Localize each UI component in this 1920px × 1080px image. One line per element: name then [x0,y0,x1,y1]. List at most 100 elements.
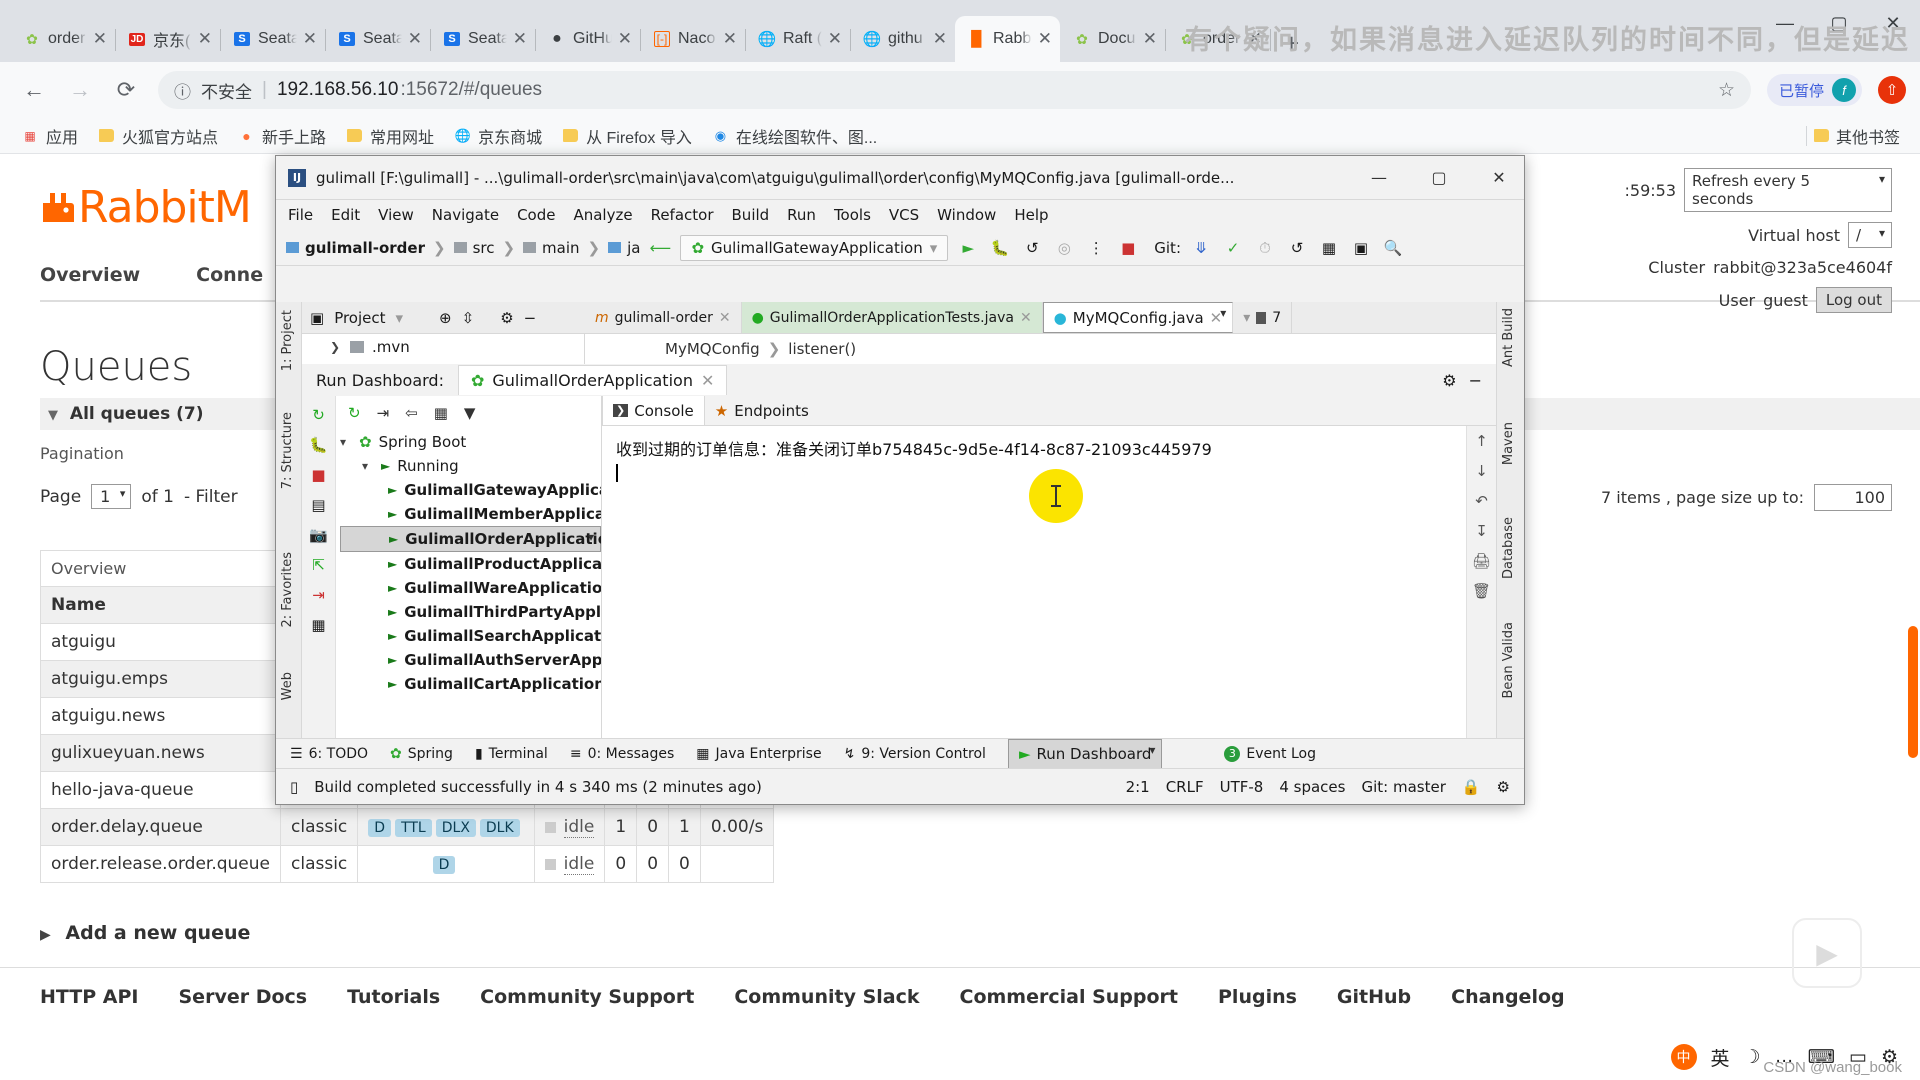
footer-link-changelog[interactable]: Changelog [1451,986,1564,1008]
run-dashboard-item-2[interactable]: ► GulimallOrderApplication [340,526,601,552]
taskbar-lang[interactable]: 英 [1711,1044,1730,1071]
run-dashboard-item-3[interactable]: ► GulimallProductApplicatio [340,552,601,576]
tool-terminal[interactable]: ▮ Terminal [475,746,548,762]
browser-tab-2[interactable]: S Seata ✕ [220,16,326,62]
toolwindow-web[interactable]: Web [280,672,295,700]
menu-tools[interactable]: Tools [834,206,871,224]
logout-button[interactable]: Log out [1815,287,1892,313]
search-icon[interactable]: 🔍 [1381,236,1405,260]
close-icon[interactable]: ✕ [1143,29,1157,49]
filter-icon[interactable]: ▼ [464,404,476,422]
debug-icon[interactable]: 🐛 [302,430,335,460]
rerun-icon[interactable]: ↻ [302,400,335,430]
close-icon[interactable]: ✕ [1210,309,1223,327]
bookmark-6[interactable]: ◉ 在线绘图软件、图... [704,121,885,151]
menu-refactor[interactable]: Refactor [651,206,714,224]
run-dashboard-tree-root[interactable]: ▾ ✿ Spring Boot [340,430,601,454]
editor-tab-tests[interactable]: ● GulimallOrderApplicationTests.java ✕ [741,302,1043,333]
bookmark-3[interactable]: 常用网址 [338,121,442,151]
tool-todo[interactable]: ☰ 6: TODO [290,746,368,762]
toolwindow-maven[interactable]: Maven [1501,422,1516,465]
close-icon[interactable]: ✕ [723,29,737,49]
hide-icon[interactable]: − [524,309,537,327]
taskbar-moon-icon[interactable]: ☽ [1744,1046,1761,1069]
scroll-up-icon[interactable]: ↑ [1467,426,1496,456]
idea-minimize-icon[interactable]: — [1354,168,1404,187]
run-dashboard-tree-group[interactable]: ▾ ► Running [340,454,601,478]
footer-link-community-slack[interactable]: Community Slack [734,986,919,1008]
avatar[interactable]: f [1832,78,1856,102]
forward-icon[interactable]: → [60,70,100,110]
bookmark-1[interactable]: 火狐官方站点 [90,121,226,151]
run-dashboard-config-tab[interactable]: ✿ GulimallOrderApplication ✕ [457,365,728,395]
bookmark-4[interactable]: 🌐 京东商城 [446,121,550,151]
toolwindow-bean-validation[interactable]: Bean Valida [1501,622,1516,699]
locate-icon[interactable]: ⊕ [439,309,452,327]
breadcrumb-ja[interactable]: ja [608,239,640,257]
tool-run-dashboard[interactable]: ► Run Dashboard [1007,738,1163,769]
footer-link-community-support[interactable]: Community Support [480,986,694,1008]
vhost-select[interactable]: / [1848,222,1892,248]
layout-icon[interactable]: ▦ [1317,236,1341,260]
run-with-coverage-icon[interactable]: ↺ [1020,236,1044,260]
menu-vcs[interactable]: VCS [889,206,919,224]
close-icon[interactable]: ✕ [719,310,731,326]
group-icon[interactable]: ▦ [434,404,448,422]
soft-wrap-icon[interactable]: ↶ [1467,486,1496,516]
gear-icon[interactable]: ⚙ [500,309,513,327]
close-icon[interactable]: ✕ [93,29,107,49]
run-dashboard-item-8[interactable]: ► GulimallCartApplication [c [340,672,601,696]
browser-tab-3[interactable]: S Seata ✕ [325,16,431,62]
breadcrumb-gulimall-order[interactable]: gulimall-order [286,239,425,257]
git-update-icon[interactable]: ⤋ [1189,236,1213,260]
browser-tab-7[interactable]: 🌐 Raft (✕ [745,16,851,62]
tab-endpoints[interactable]: ★ Endpoints [705,396,819,425]
toolwindow-ant-build[interactable]: Ant Build [1501,308,1516,367]
indent-setting[interactable]: 4 spaces [1279,778,1345,796]
close-icon[interactable]: ✕ [408,29,422,49]
run-configuration-selector[interactable]: ✿ GulimallGatewayApplication ▾ [680,234,949,261]
tool-event-log[interactable]: 3 Event Log [1224,745,1316,762]
clear-all-icon[interactable]: 🗑 [1467,576,1496,606]
tool-messages[interactable]: ≡ 0: Messages [570,746,674,762]
print-icon[interactable]: 🖨 [1467,546,1496,576]
close-icon[interactable]: ✕ [1020,310,1032,326]
browser-tab-0[interactable]: ✿ order ✕ [10,16,116,62]
refresh-interval-select[interactable]: Refresh every 5 seconds [1684,168,1892,212]
exit-icon[interactable]: ⇥ [302,580,335,610]
hide-icon[interactable]: − [1469,371,1496,390]
chevron-down-icon[interactable]: ▾ [396,309,404,327]
bookmark-2[interactable]: ● 新手上路 [230,121,334,151]
rerun-icon[interactable]: ↻ [348,404,361,422]
rabbitmq-logo[interactable]: RabbitM [40,182,252,233]
footer-link-server-docs[interactable]: Server Docs [179,986,308,1008]
git-commit-icon[interactable]: ✓ [1221,236,1245,260]
attach-icon[interactable]: ⇱ [302,550,335,580]
preview-icon[interactable]: ▣ [1349,236,1373,260]
table-row[interactable]: order.release.order.queue classic Didle 0 0 0 [40,845,775,883]
scroll-down-icon[interactable]: ↓ [1467,456,1496,486]
footer-link-commercial-support[interactable]: Commercial Support [960,986,1179,1008]
breadcrumb-method[interactable]: listener() [788,340,856,358]
run-dashboard-item-1[interactable]: ► GulimallMemberApplicatio [340,502,601,526]
close-icon[interactable]: ✕ [198,29,212,49]
menu-build[interactable]: Build [732,206,770,224]
idea-maximize-icon[interactable]: ▢ [1414,168,1464,187]
browser-tab-6[interactable]: [-] Naco ✕ [640,16,746,62]
lock-icon[interactable]: 🔒 [1462,778,1481,796]
grid-icon[interactable]: ▦ [302,610,335,640]
show-settings-icon[interactable]: ▤ [302,490,335,520]
bookmark-star-icon[interactable]: ☆ [1718,79,1735,102]
run-dashboard-item-6[interactable]: ► GulimallSearchApplication [340,624,601,648]
browser-tab-4[interactable]: S Seata ✕ [430,16,536,62]
run-dashboard-item-4[interactable]: ► GulimallWareApplication : [340,576,601,600]
menu-window[interactable]: Window [937,206,996,224]
menu-view[interactable]: View [378,206,414,224]
editor-tab-overflow[interactable]: ▾ 7 [1233,302,1293,333]
reload-icon[interactable]: ⟳ [106,70,146,110]
profile-paused-chip[interactable]: 已暂停 f [1766,74,1862,106]
editor-tab-gulimall-order[interactable]: m gulimall-order ✕ [585,302,742,333]
page-select[interactable]: 1 [91,484,132,509]
other-bookmarks-button[interactable]: 其他书签 [1805,124,1906,148]
browser-tab-9[interactable]: ▉ Rabb ✕ [955,16,1060,62]
